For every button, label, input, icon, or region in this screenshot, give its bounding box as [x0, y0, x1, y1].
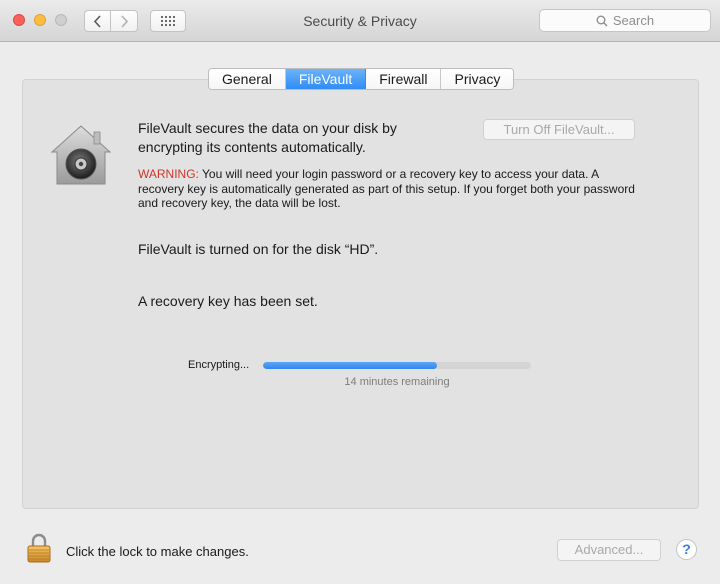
recovery-key-status-text: A recovery key has been set.	[138, 293, 318, 309]
show-all-button[interactable]	[150, 10, 186, 32]
zoom-window-button[interactable]	[55, 14, 67, 26]
title-bar: Security & Privacy Search	[0, 0, 720, 42]
search-placeholder: Search	[612, 13, 655, 28]
help-button[interactable]: ?	[676, 539, 697, 560]
search-input[interactable]: Search	[539, 9, 711, 32]
back-button[interactable]	[84, 10, 111, 32]
tab-general[interactable]: General	[209, 69, 286, 89]
forward-button[interactable]	[111, 10, 138, 32]
warning-label: WARNING:	[138, 167, 199, 181]
filevault-house-icon	[50, 125, 112, 185]
warning-text: You will need your login password or a r…	[138, 167, 635, 210]
tab-privacy[interactable]: Privacy	[441, 69, 514, 89]
minimize-window-button[interactable]	[34, 14, 46, 26]
tab-firewall[interactable]: Firewall	[366, 69, 442, 89]
close-window-button[interactable]	[13, 14, 25, 26]
lock-instruction-text: Click the lock to make changes.	[66, 544, 249, 559]
lock-icon[interactable]	[27, 533, 51, 563]
time-remaining-text: 14 minutes remaining	[344, 376, 450, 388]
warning-message: WARNING: You will need your login passwo…	[138, 167, 643, 211]
tab-bar: General FileVault Firewall Privacy	[208, 68, 515, 90]
filevault-description: FileVault secures the data on your disk …	[138, 120, 397, 155]
encryption-progress-fill	[263, 362, 438, 369]
encryption-progress-bar	[263, 362, 531, 369]
turn-off-filevault-button[interactable]: Turn Off FileVault...	[483, 119, 635, 140]
window-title: Security & Privacy	[303, 13, 417, 29]
chevron-left-icon	[93, 14, 101, 28]
encrypting-label: Encrypting...	[188, 359, 250, 371]
chevron-right-icon	[120, 14, 128, 28]
search-icon	[596, 15, 608, 27]
tab-filevault[interactable]: FileVault	[285, 69, 367, 89]
disk-status-text: FileVault is turned on for the disk “HD”…	[138, 241, 379, 257]
grid-icon	[160, 15, 176, 27]
advanced-button[interactable]: Advanced...	[557, 539, 661, 561]
